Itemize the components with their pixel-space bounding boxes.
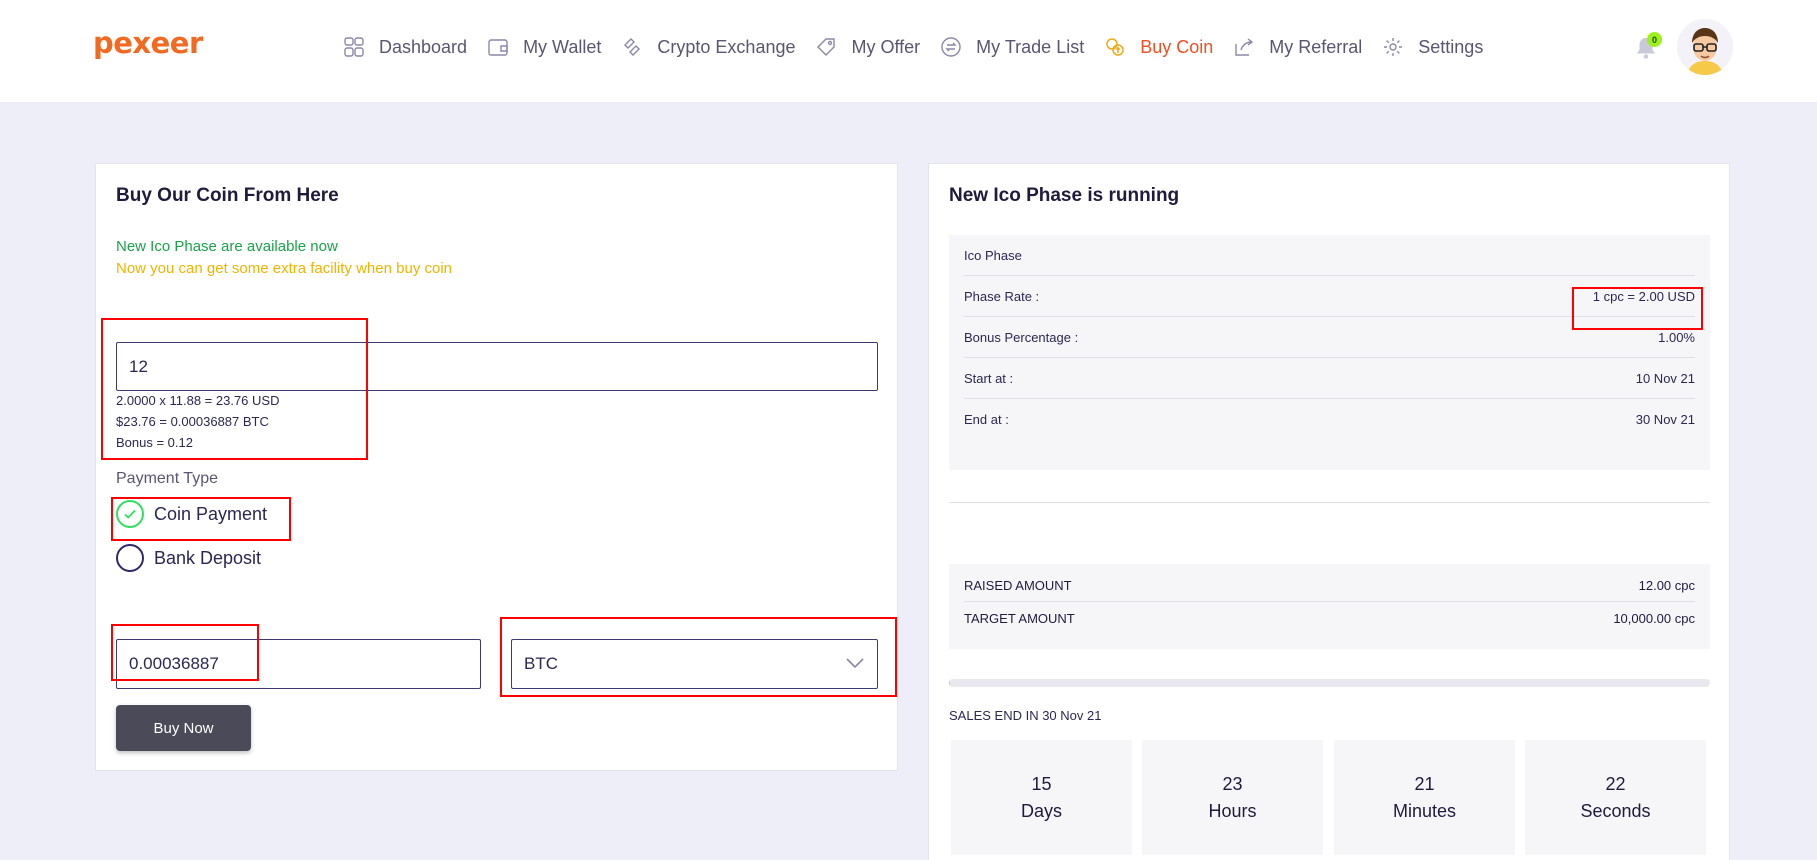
info-label: Ico Phase [964,247,1022,263]
raised-amount-row: RAISED AMOUNT 12.00 cpc [964,570,1695,602]
info-label: Bonus Percentage : [964,329,1079,345]
buy-now-button[interactable]: Buy Now [116,705,251,751]
tag-icon [815,36,837,58]
nav-item-my-referral[interactable]: My Referral [1233,36,1362,58]
nav-label-my-referral: My Referral [1269,36,1363,57]
countdown-days: 15 Days [951,740,1132,855]
nav-item-dashboard[interactable]: Dashboard [343,36,467,58]
countdown-value: 21 [1414,773,1435,794]
chevron-down-icon [845,654,865,674]
countdown-unit: Days [1020,800,1062,821]
pay-amount-input[interactable] [116,639,481,689]
sales-progress-fill [949,679,950,687]
ico-phase-card: New Ico Phase is running Ico Phase Phase… [928,163,1730,860]
ico-available-message: New Ico Phase are available now [116,238,338,255]
info-row-bonus-percentage: Bonus Percentage : 1.00% [964,317,1695,358]
info-row-phase-rate: Phase Rate : 1 cpc = 2.00 USD [964,276,1695,317]
nav-label-my-wallet: My Wallet [523,36,602,57]
nav-label-my-offer: My Offer [851,36,921,57]
radio-empty-icon [116,544,144,572]
raised-amount-value: 12.00 cpc [1638,578,1695,593]
info-label: Start at : [964,370,1014,386]
calc-bonus-line: Bonus = 0.12 [116,435,193,450]
exchange-icon [621,36,643,58]
nav-item-my-trade-list[interactable]: My Trade List [940,36,1084,58]
countdown-seconds: 22 Seconds [1525,740,1706,855]
info-value: 30 Nov 21 [1635,412,1695,427]
nav-item-settings[interactable]: Settings [1382,36,1483,58]
calc-usd-line: 2.0000 x 11.88 = 23.76 USD [116,393,280,408]
share-icon [1233,36,1255,58]
raised-amount-label: RAISED AMOUNT [964,578,1072,593]
countdown-hours: 23 Hours [1142,740,1323,855]
info-row-ico-phase: Ico Phase [964,235,1695,276]
info-value: 1.00% [1658,329,1695,345]
countdown-value: 22 [1605,773,1626,794]
info-label: End at : [964,412,1009,427]
coin-payment-label: Coin Payment [154,503,268,524]
info-row-start-at: Start at : 10 Nov 21 [964,358,1695,399]
user-avatar[interactable] [1677,19,1733,75]
notification-badge: 0 [1647,32,1662,47]
nav-item-crypto-exchange[interactable]: Crypto Exchange [621,36,795,58]
sales-progress-bar [949,679,1710,687]
countdown-unit: Hours [1208,800,1257,821]
ico-info-box: Ico Phase Phase Rate : 1 cpc = 2.00 USD … [949,235,1710,470]
nav-item-my-offer[interactable]: My Offer [815,36,920,58]
sales-end-text: SALES END IN 30 Nov 21 [949,708,1102,723]
info-label: Phase Rate : [964,288,1040,304]
nav-label-crypto-exchange: Crypto Exchange [657,36,796,57]
buy-coin-card: Buy Our Coin From Here New Ico Phase are… [95,163,898,771]
coin-icon [1104,36,1126,58]
check-icon [116,500,144,528]
top-header: pexeer Dashboard My Wallet Crypto Exchan… [0,0,1817,102]
section-divider [949,502,1710,503]
nav-item-my-wallet[interactable]: My Wallet [487,36,601,58]
countdown-unit: Seconds [1580,800,1651,821]
target-amount-row: TARGET AMOUNT 10,000.00 cpc [964,602,1695,634]
ico-card-title: New Ico Phase is running [949,185,1180,206]
countdown-minutes: 21 Minutes [1334,740,1515,855]
countdown-value: 23 [1222,773,1243,794]
nav-label-buy-coin: Buy Coin [1140,36,1214,57]
currency-select[interactable]: BTC [511,639,878,689]
target-amount-value: 10,000.00 cpc [1613,610,1695,626]
radio-coin-payment[interactable]: Coin Payment [116,500,267,528]
nav-label-settings: Settings [1418,36,1484,57]
bank-deposit-label: Bank Deposit [154,547,262,568]
main-nav: Dashboard My Wallet Crypto Exchange My O… [343,32,1503,62]
payment-type-label: Payment Type [116,470,218,487]
info-row-end-at: End at : 30 Nov 21 [964,399,1695,440]
countdown-unit: Minutes [1392,800,1457,821]
nav-label-dashboard: Dashboard [379,36,468,57]
countdown-value: 15 [1031,773,1052,794]
dashboard-icon [343,36,365,58]
buy-card-title: Buy Our Coin From Here [116,185,339,206]
calc-btc-line: $23.76 = 0.00036887 BTC [116,414,269,429]
nav-label-my-trade-list: My Trade List [976,36,1085,57]
extra-facility-message: Now you can get some extra facility when… [116,260,452,277]
phase-rate-value: 1 cpc = 2.00 USD [1592,288,1695,304]
nav-item-buy-coin[interactable]: Buy Coin [1104,36,1213,58]
target-amount-label: TARGET AMOUNT [964,610,1075,626]
amount-box: RAISED AMOUNT 12.00 cpc TARGET AMOUNT 10… [949,564,1710,649]
trade-icon [940,36,962,58]
currency-selected-value: BTC [524,654,558,673]
info-value: 10 Nov 21 [1635,370,1695,386]
wallet-icon [487,36,509,58]
pexeer-logo[interactable]: pexeer [93,26,203,60]
gear-icon [1382,36,1404,58]
radio-bank-deposit[interactable]: Bank Deposit [116,544,261,572]
coin-quantity-input[interactable] [116,342,878,391]
